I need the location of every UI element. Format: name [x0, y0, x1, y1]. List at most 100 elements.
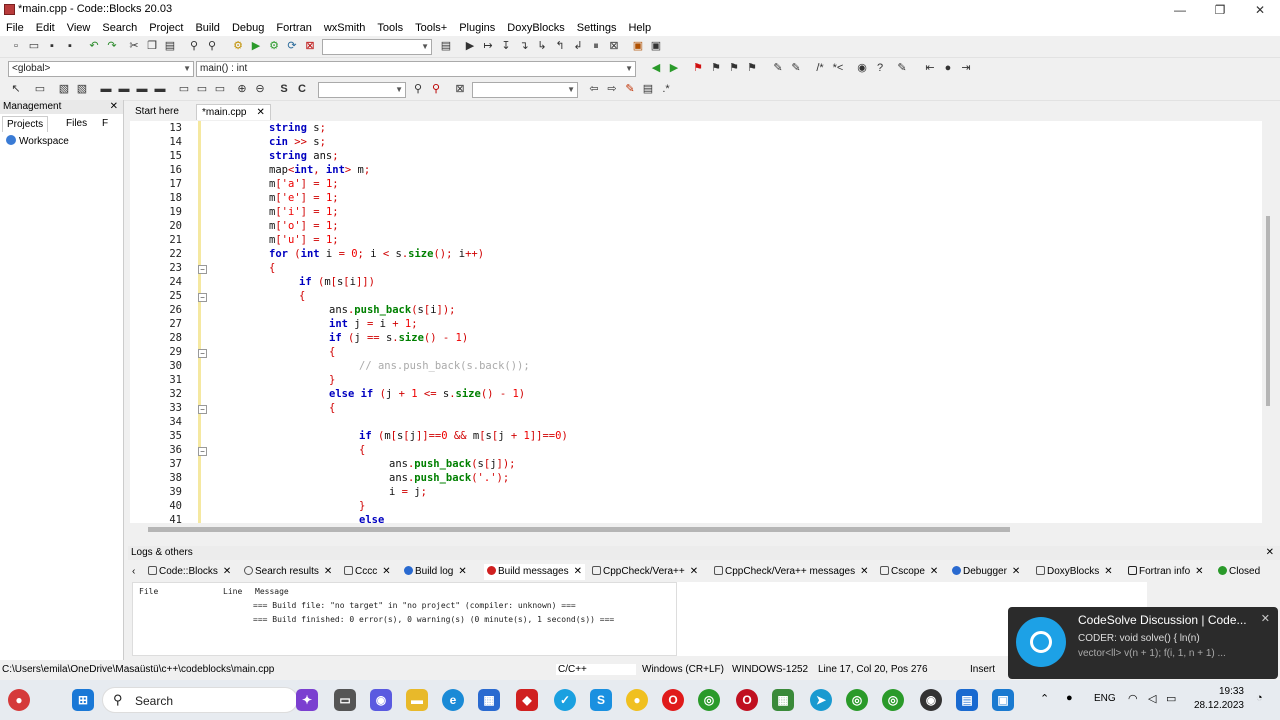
menu-edit[interactable]: Edit	[30, 20, 61, 36]
next-instruction-icon[interactable]: ↴	[516, 39, 532, 54]
doxyblocks-run-icon[interactable]: ◉	[854, 61, 870, 76]
code-line[interactable]: string ans;	[269, 150, 339, 162]
jump-prev-change-icon[interactable]: ⇤	[922, 61, 938, 76]
menu-plugins[interactable]: Plugins	[453, 20, 501, 36]
tab-close-icon[interactable]: ✕	[324, 566, 332, 577]
tab-close-icon[interactable]: ✕	[1195, 566, 1203, 577]
microphone-icon[interactable]: ●	[1066, 692, 1073, 704]
app-icon[interactable]: ✦	[296, 689, 318, 711]
notification-bell-icon[interactable]: ◔	[1256, 692, 1263, 704]
code-line[interactable]: {	[269, 262, 275, 274]
code-line[interactable]: m['u'] = 1;	[269, 234, 339, 246]
scroll-thumb[interactable]	[148, 527, 1010, 532]
fold-toggle-icon[interactable]: −	[198, 265, 207, 274]
tab-close-icon[interactable]: ✕	[458, 566, 466, 577]
save-all-icon[interactable]: ▪	[62, 39, 78, 54]
edge-icon[interactable]: e	[442, 689, 464, 711]
app-dark-icon[interactable]: ◉	[920, 689, 942, 711]
code-line[interactable]: if (j == s.size() - 1)	[329, 332, 468, 344]
skype-icon[interactable]: S	[590, 689, 612, 711]
app-red-icon[interactable]: ◆	[516, 689, 538, 711]
code-line[interactable]: m['e'] = 1;	[269, 192, 339, 204]
management-close-icon[interactable]: ✕	[110, 100, 118, 114]
jump-forward-icon[interactable]: ▶	[666, 61, 682, 76]
opera-icon[interactable]: O	[662, 689, 684, 711]
help-icon[interactable]: ?	[872, 61, 888, 76]
log-tab-codeblocks[interactable]: Code::Blocks ✕	[148, 564, 231, 580]
notification-toast[interactable]: CodeSolve Discussion | Code... CODER: vo…	[1008, 607, 1278, 679]
menu-doxyblocks[interactable]: DoxyBlocks	[501, 20, 570, 36]
block2-icon[interactable]: ▬	[116, 82, 132, 97]
flow1-icon[interactable]: ▭	[176, 82, 192, 97]
log-message-row[interactable]: === Build finished: 0 error(s), 0 warnin…	[253, 615, 614, 624]
code-line[interactable]: map<int, int> m;	[269, 164, 370, 176]
code-line[interactable]: if (m[s[j]]==0 && m[s[j + 1]]==0)	[359, 430, 568, 442]
tab-projects[interactable]: Projects	[2, 116, 49, 132]
app-blue2-icon[interactable]: ▣	[992, 689, 1014, 711]
menu-fortran[interactable]: Fortran	[270, 20, 317, 36]
chrome-profile2-icon[interactable]: ◎	[882, 689, 904, 711]
code-line[interactable]: {	[299, 290, 305, 302]
code-line[interactable]: {	[329, 402, 335, 414]
block4-icon[interactable]: ▬	[152, 82, 168, 97]
find-icon[interactable]: ⚲	[186, 39, 202, 54]
log-tab-cscope[interactable]: Cscope ✕	[880, 564, 938, 580]
code-line[interactable]: {	[329, 346, 335, 358]
tab-close-icon[interactable]: ✕	[256, 107, 264, 118]
vertical-scrollbar[interactable]	[1262, 121, 1274, 523]
debug-info-icon[interactable]: ▣	[648, 39, 664, 54]
code-line[interactable]: }	[359, 500, 365, 512]
code-line[interactable]: if (m[s[i]])	[299, 276, 375, 288]
telegram-icon[interactable]: ➤	[810, 689, 832, 711]
tools-icon[interactable]: ✎	[894, 61, 910, 76]
code-line[interactable]: i = j;	[389, 486, 427, 498]
log-tab-cppcheck[interactable]: CppCheck/Vera++ ✕	[592, 564, 698, 580]
tab-start-here[interactable]: Start here	[130, 104, 184, 120]
pointer-icon[interactable]: ↖	[8, 82, 24, 97]
pen-icon[interactable]: ✎	[622, 82, 638, 97]
next-bookmark-icon[interactable]: ⚑	[726, 61, 742, 76]
debug-start-icon[interactable]: ▶	[462, 39, 478, 54]
build-and-run-icon[interactable]: ⚙	[266, 39, 282, 54]
menu-tools-plus[interactable]: Tools+	[409, 20, 453, 36]
undo-icon[interactable]: ↶	[86, 39, 102, 54]
zoom-in-icon[interactable]: ⊕	[234, 82, 250, 97]
code-line[interactable]: else if (j + 1 <= s.size() - 1)	[329, 388, 525, 400]
tab-close-icon[interactable]: ✕	[574, 566, 582, 577]
rebuild-icon[interactable]: ⟳	[284, 39, 300, 54]
search-next-icon[interactable]: ⇨	[604, 82, 620, 97]
redo-icon[interactable]: ↷	[104, 39, 120, 54]
c-icon[interactable]: C	[294, 82, 310, 97]
menu-build[interactable]: Build	[189, 20, 225, 36]
run-icon[interactable]: ▶	[248, 39, 264, 54]
debug-windows-icon[interactable]: ▣	[630, 39, 646, 54]
zoom-out-icon[interactable]: ⊖	[252, 82, 268, 97]
prev-bookmark-icon[interactable]: ⚑	[708, 61, 724, 76]
flow3-icon[interactable]: ▭	[212, 82, 228, 97]
chrome-icon[interactable]: ◎	[698, 689, 720, 711]
fold-toggle-icon[interactable]: −	[198, 447, 207, 456]
log-tab-cppcheck-messages[interactable]: CppCheck/Vera++ messages ✕	[714, 564, 868, 580]
codeblocks-icon[interactable]: ▦	[772, 689, 794, 711]
app-yellow-icon[interactable]: ●	[626, 689, 648, 711]
log-tab-search-results[interactable]: Search results ✕	[244, 564, 332, 580]
next-line-icon[interactable]: ↧	[498, 39, 514, 54]
menu-file[interactable]: File	[0, 20, 30, 36]
block3-icon[interactable]: ▬	[134, 82, 150, 97]
code-line[interactable]: {	[359, 444, 365, 456]
tab-fsymbols[interactable]: F	[98, 116, 112, 132]
build-gear-icon[interactable]: ⚙	[230, 39, 246, 54]
close-button[interactable]: ✕	[1240, 0, 1280, 20]
select-highlight-icon[interactable]: ✎	[788, 61, 804, 76]
code-line[interactable]: cin >> s;	[269, 136, 326, 148]
shape2-icon[interactable]: ▧	[74, 82, 90, 97]
maximize-button[interactable]: ❐	[1200, 0, 1240, 20]
tab-close-icon[interactable]: ✕	[690, 566, 698, 577]
menu-settings[interactable]: Settings	[571, 20, 623, 36]
s-icon[interactable]: S	[276, 82, 292, 97]
menu-debug[interactable]: Debug	[226, 20, 270, 36]
log-tabs-scroll-left[interactable]: ‹	[132, 564, 135, 580]
search-icon[interactable]: ⚲	[410, 82, 426, 97]
code-line[interactable]: m['a'] = 1;	[269, 178, 339, 190]
align-icon[interactable]: ▤	[640, 82, 656, 97]
